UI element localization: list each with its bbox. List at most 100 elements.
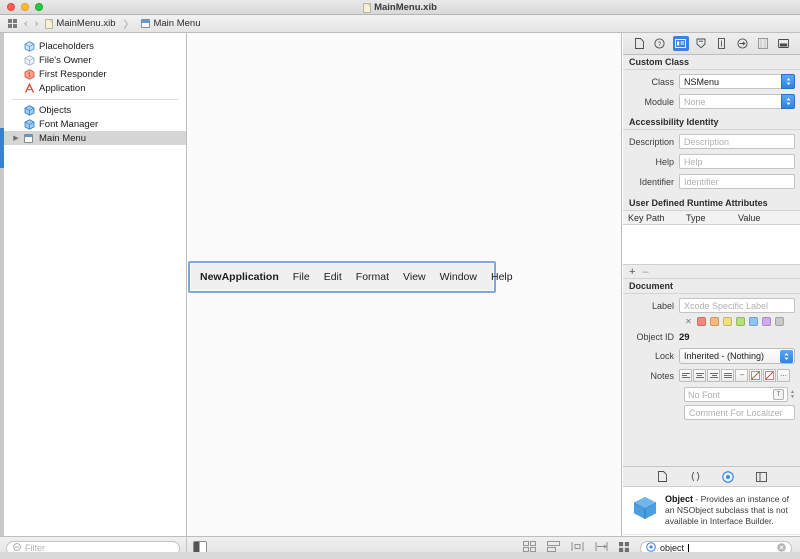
connections-inspector-tab[interactable] [734,36,750,51]
more-options-button[interactable]: ⋯ [777,369,790,382]
document-header: Document [623,279,800,294]
swatch-purple[interactable] [762,316,771,326]
runtime-attributes-table[interactable] [623,225,800,265]
object-library-list[interactable]: Object - Provides an instance of an NSOb… [623,487,800,536]
align-right-button[interactable] [707,369,720,382]
library-item-object[interactable]: Object - Provides an instance of an NSOb… [623,487,800,535]
breadcrumb-item-file[interactable]: MainMenu.xib [45,18,115,29]
column-value[interactable]: Value [733,213,760,223]
column-key-path[interactable]: Key Path [623,213,681,223]
forward-button[interactable]: › [35,18,39,30]
custom-class-class-row: Class NSMenu [623,73,800,90]
responder-icon: 1 [24,68,35,80]
class-input[interactable]: NSMenu [679,74,781,89]
document-notes-row: Notes --- ⋯ [623,367,800,384]
label-label: Label [651,300,674,311]
menu-item-edit[interactable]: Edit [317,271,349,283]
help-label: Help [655,156,674,167]
dashes-button[interactable]: --- [735,369,748,382]
description-input[interactable]: Description [679,134,795,149]
window-title: MainMenu.xib [0,0,800,15]
size-inspector-tab[interactable] [714,36,730,51]
outline-divider [12,99,178,100]
window-bottom-strip [0,552,800,559]
module-combo[interactable]: None [679,94,795,109]
swatch-green[interactable] [736,316,745,326]
class-dropdown-button[interactable] [781,74,795,89]
align-justify-button[interactable] [721,369,734,382]
library-tab-bar [623,467,800,487]
swatch-yellow[interactable] [723,316,732,326]
menu-object-icon [24,133,33,143]
xib-document-icon [45,18,54,29]
accessibility-help-row: Help Help [623,153,800,170]
swatch-gray[interactable] [775,316,784,326]
quick-help-inspector-tab[interactable]: ? [652,36,668,51]
remove-attribute-button[interactable]: – [642,266,648,278]
swatch-none[interactable]: ✕ [684,317,693,326]
label-input[interactable]: Xcode Specific Label [679,298,795,313]
outline-item-application[interactable]: Application [4,81,186,95]
lock-popup-button[interactable]: Inherited - (Nothing) [679,347,795,364]
code-snippet-library-tab[interactable] [688,469,703,484]
runtime-attributes-header: User Defined Runtime Attributes [623,196,800,211]
xcode-window: MainMenu.xib ‹ › MainMenu.xib 〉 Main Men… [0,0,800,559]
accessibility-identifier-row: Identifier Identifier [623,173,800,190]
outline-item-files-owner[interactable]: File's Owner [4,53,186,67]
menu-item-newapplication[interactable]: NewApplication [196,271,286,283]
identifier-input[interactable]: Identifier [679,174,795,189]
grid-icon[interactable] [8,19,17,28]
swatch-blue[interactable] [749,316,758,326]
main-menu-object[interactable]: NewApplication File Edit Format View Win… [188,261,513,293]
identity-inspector-tab[interactable] [672,36,689,51]
outline-label: Main Menu [39,132,86,144]
back-button[interactable]: ‹ [24,18,28,30]
breadcrumb-item-object[interactable]: Main Menu [141,18,200,29]
help-input[interactable]: Help [679,154,795,169]
class-combo[interactable]: NSMenu [679,74,795,89]
column-type[interactable]: Type [681,213,733,223]
swatch-orange[interactable] [710,316,719,326]
outline-item-font-manager[interactable]: Font Manager [4,117,186,131]
media-library-tab[interactable] [754,469,769,484]
application-icon [24,82,35,94]
outline-item-main-menu[interactable]: ▶ Main Menu [4,131,186,145]
font-picker-icon[interactable]: T [773,389,785,400]
cube-blue-icon [24,104,35,116]
view-effects-inspector-tab[interactable] [776,36,792,51]
disclosure-triangle-icon[interactable]: ▶ [12,134,20,142]
comment-input[interactable]: Comment For Localizer [684,405,795,420]
custom-class-header: Custom Class [623,55,800,70]
font-field[interactable]: No Font T [684,387,789,402]
attributes-inspector-tab[interactable] [693,36,709,51]
file-inspector-tab[interactable] [631,36,647,51]
background-color-button[interactable] [763,369,776,382]
menu-item-window[interactable]: Window [433,271,484,283]
swatch-red[interactable] [697,316,706,326]
description-label: Description [628,136,674,147]
align-center-button[interactable] [693,369,706,382]
file-template-library-tab[interactable] [655,469,670,484]
font-stepper[interactable]: ▲ ▼ [790,387,795,402]
interface-builder-canvas[interactable]: NewApplication File Edit Format View Win… [188,33,622,536]
module-dropdown-button[interactable] [781,94,795,109]
runtime-attributes-toolbar: + – [623,265,800,279]
font-value: No Font [688,389,721,400]
menu-item-view[interactable]: View [396,271,433,283]
outline-item-first-responder[interactable]: 1 First Responder [4,67,186,81]
object-library-tab[interactable] [721,469,736,484]
menu-object-icon [141,19,151,28]
outline-group-placeholders[interactable]: Placeholders [4,39,186,53]
menu-item-help[interactable]: Help [484,271,520,283]
text-color-button[interactable] [749,369,762,382]
module-input[interactable]: None [679,94,781,109]
menu-item-file[interactable]: File [286,271,317,283]
outline-group-objects[interactable]: Objects [4,103,186,117]
add-attribute-button[interactable]: + [629,266,635,278]
align-left-button[interactable] [679,369,692,382]
library-item-title: Object [665,494,694,504]
menu-item-format[interactable]: Format [349,271,396,283]
breadcrumb-object-label: Main Menu [153,18,201,29]
inspector-panel: ? Custom Class Class NSMenu Module None … [623,33,800,536]
bindings-inspector-tab[interactable] [755,36,771,51]
